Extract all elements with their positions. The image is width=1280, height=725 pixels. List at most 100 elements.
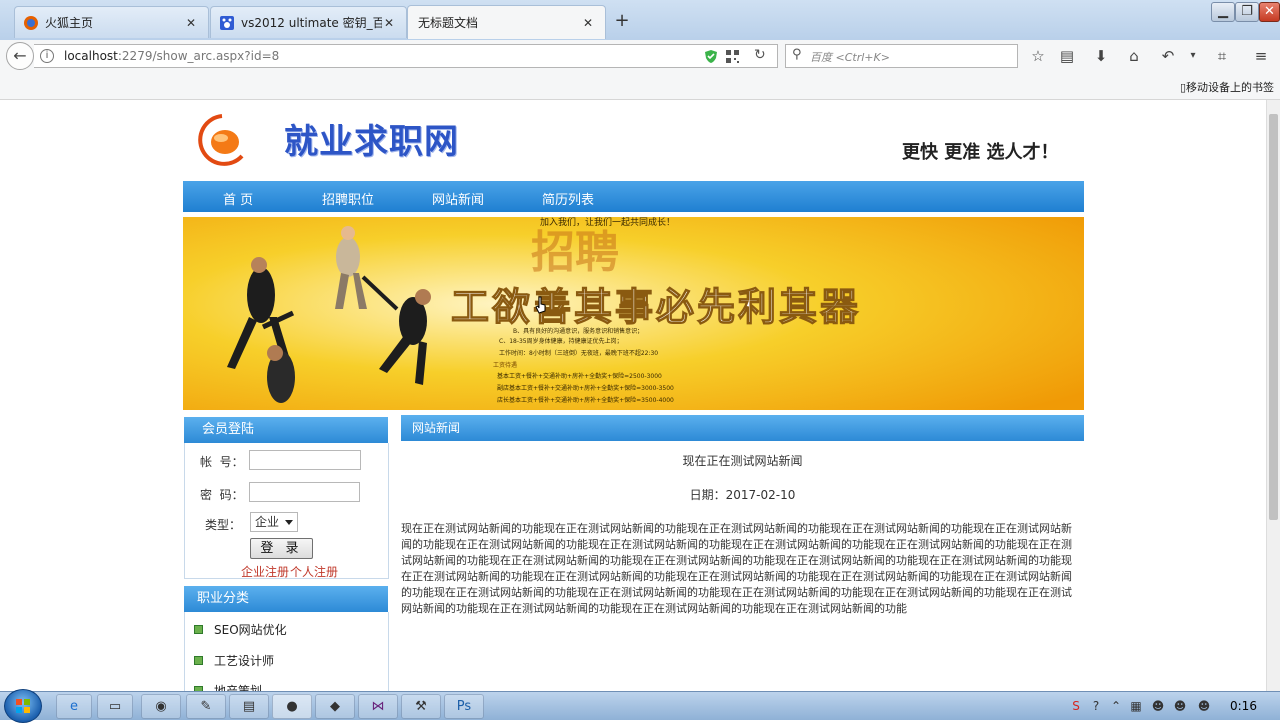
qq-icon[interactable]: ☻ [1150,698,1166,714]
network-icon[interactable]: ▦ [1128,698,1144,714]
baidu-paw-icon [220,15,234,30]
home-icon[interactable]: ⌂ [1123,46,1145,66]
close-icon[interactable]: ✕ [184,16,198,30]
nav-resumes[interactable]: 简历列表 [542,189,594,208]
windows-logo-icon [16,699,30,713]
vertical-scrollbar[interactable] [1266,100,1280,691]
login-panel-header: 会员登陆 [184,417,388,443]
banner-line: B、具有良好的沟通意识，服务意识和销售意识； [513,327,643,335]
sogou-ime-icon[interactable]: S [1068,698,1084,714]
back-button[interactable]: ← [6,42,34,70]
personal-register-link[interactable]: 个人注册 [290,563,338,580]
news-panel-header: 网站新闻 [401,415,1084,441]
account-input[interactable] [249,450,361,470]
nav-news[interactable]: 网站新闻 [432,189,484,208]
explorer-icon[interactable]: ▭ [97,694,133,719]
search-icon: ⚲ [792,47,802,62]
app-icon[interactable]: ◆ [315,694,355,719]
show-hidden-icons-icon[interactable]: ⌃ [1108,698,1124,714]
site-title: 就业求职网 [284,122,459,162]
password-label: 密 码： [200,488,244,502]
tools-icon[interactable]: ⚒ [401,694,441,719]
browser-tab-strip: 火狐主页 ✕ vs2012 ultimate 密钥_百... ✕ 无标题文档 ✕… [0,0,1280,40]
mobile-bookmarks-link[interactable]: ▯移动设备上的书签 [1180,79,1274,95]
restore-button[interactable]: ❐ [1235,2,1259,22]
qq-icon[interactable]: ☻ [1196,698,1212,714]
close-icon[interactable]: ✕ [382,16,396,30]
firefox-taskbar-icon[interactable]: ● [272,694,312,719]
bookmark-star-icon[interactable]: ☆ [1027,46,1049,66]
banner-line: C、18-35周岁身体健康，持健康证优先上岗； [499,337,623,345]
page-viewport: 就业求职网 更快 更准 选人才！ 首 页 招聘职位 网站新闻 简历列表 加入我们… [0,100,1266,691]
tab-firefox-home[interactable]: 火狐主页 ✕ [14,6,209,38]
address-bar[interactable]: i localhost:2279/show_arc.aspx?id=8 ↻ [34,44,778,68]
type-label: 类型： [205,518,242,532]
password-input[interactable] [249,482,360,502]
banner-illustration: 加入我们，让我们一起共同成长！ 招聘 工欲善其事必先利其器 B、具有良好的沟通意… [183,217,1084,410]
article-date: 日期：2017-02-10 [689,488,796,502]
banner-line: 店长基本工资+餐补+交通补助+房补+全勤奖+保险=3500-4000 [497,396,674,404]
categories-panel-header: 职业分类 [184,586,388,612]
category-item[interactable]: 工艺设计师 [194,652,274,669]
category-item[interactable]: SEO网站优化 [194,621,287,638]
start-button[interactable] [4,689,42,723]
tab-baidu[interactable]: vs2012 ultimate 密钥_百... ✕ [210,6,407,38]
scrollbar-thumb[interactable] [1269,114,1278,520]
url-path: :2279/show_arc.aspx?id=8 [117,49,280,63]
banner-line: 副店基本工资+餐补+交通补助+房补+全勤奖+保险=3000-3500 [497,384,674,392]
tab-title: 无标题文档 [418,16,479,30]
login-button[interactable]: 登 录 [250,538,313,559]
user-type-select[interactable]: 企业 [250,512,298,532]
photoshop-icon[interactable]: Ps [444,694,484,719]
info-icon[interactable]: i [40,49,54,63]
article-title: 现在正在测试网站新闻 [682,454,803,468]
download-icon[interactable]: ⬇ [1090,46,1112,66]
window-close-button[interactable]: ✕ [1259,2,1280,22]
search-input[interactable]: ⚲ 百度 <Ctrl+K> [785,44,1018,68]
category-label: SEO网站优化 [214,623,287,637]
qr-code-icon[interactable] [726,50,739,63]
close-icon[interactable]: ✕ [581,16,595,30]
navigation-toolbar: ← i localhost:2279/show_arc.aspx?id=8 ↻ … [0,40,1280,72]
bullet-icon [194,656,203,665]
main-navigation: 首 页 招聘职位 网站新闻 简历列表 [183,181,1084,212]
qq-icon[interactable]: ☻ [1172,698,1188,714]
banner-line: 工作时间：8小时制（三班倒）无夜班，最晚下班不超22:30 [499,349,658,357]
dropdown-arrow-icon[interactable]: ▾ [1182,46,1204,66]
reload-icon[interactable]: ↻ [754,47,766,63]
user-type-value: 企业 [255,515,280,529]
tab-title: vs2012 ultimate 密钥_百... [241,16,382,30]
category-label: 工艺设计师 [214,654,275,668]
visual-studio-icon[interactable]: ⋈ [358,694,398,719]
undo-icon[interactable]: ↶ [1157,46,1179,66]
mobile-bookmarks-label: 移动设备上的书签 [1186,81,1274,94]
bookmarks-toolbar: ▯移动设备上的书签 [0,72,1280,100]
search-placeholder: 百度 <Ctrl+K> [810,51,890,64]
notepad-icon[interactable]: ▤ [229,694,269,719]
category-item[interactable]: 地产策划 [194,682,262,691]
tab-untitled-document[interactable]: 无标题文档 ✕ [407,5,606,39]
bullet-icon [194,625,203,634]
new-tab-button[interactable]: + [612,12,632,32]
media-player-icon[interactable]: ◉ [141,694,181,719]
menu-icon[interactable]: ≡ [1250,46,1272,66]
nav-home[interactable]: 首 页 [223,189,253,208]
article-body: 现在正在测试网站新闻的功能现在正在测试网站新闻的功能现在正在测试网站新闻的功能现… [401,522,1072,615]
ie-icon[interactable]: e [56,694,92,719]
hand-cursor-icon [535,296,546,314]
paint-icon[interactable]: ✎ [186,694,226,719]
help-icon[interactable]: ? [1088,698,1104,714]
reading-list-icon[interactable]: ▤ [1056,46,1078,66]
shield-icon[interactable] [704,49,718,64]
site-logo [198,114,244,166]
crop-icon[interactable]: ⌗ [1211,46,1233,66]
banner-big-characters: 招聘 [531,227,619,278]
account-label: 帐 号： [200,455,244,469]
site-slogan: 更快 更准 选人才！ [902,142,1059,163]
recruitment-banner: 加入我们，让我们一起共同成长！ 招聘 工欲善其事必先利其器 B、具有良好的沟通意… [183,217,1084,410]
minimize-button[interactable]: ▁ [1211,2,1235,22]
banner-line: 基本工资+餐补+交通补助+房补+全勤奖+保险=2500-3000 [497,372,662,380]
company-register-link[interactable]: 企业注册 [241,563,289,580]
taskbar-clock[interactable]: 0:16 [1230,699,1257,713]
nav-jobs[interactable]: 招聘职位 [322,189,374,208]
